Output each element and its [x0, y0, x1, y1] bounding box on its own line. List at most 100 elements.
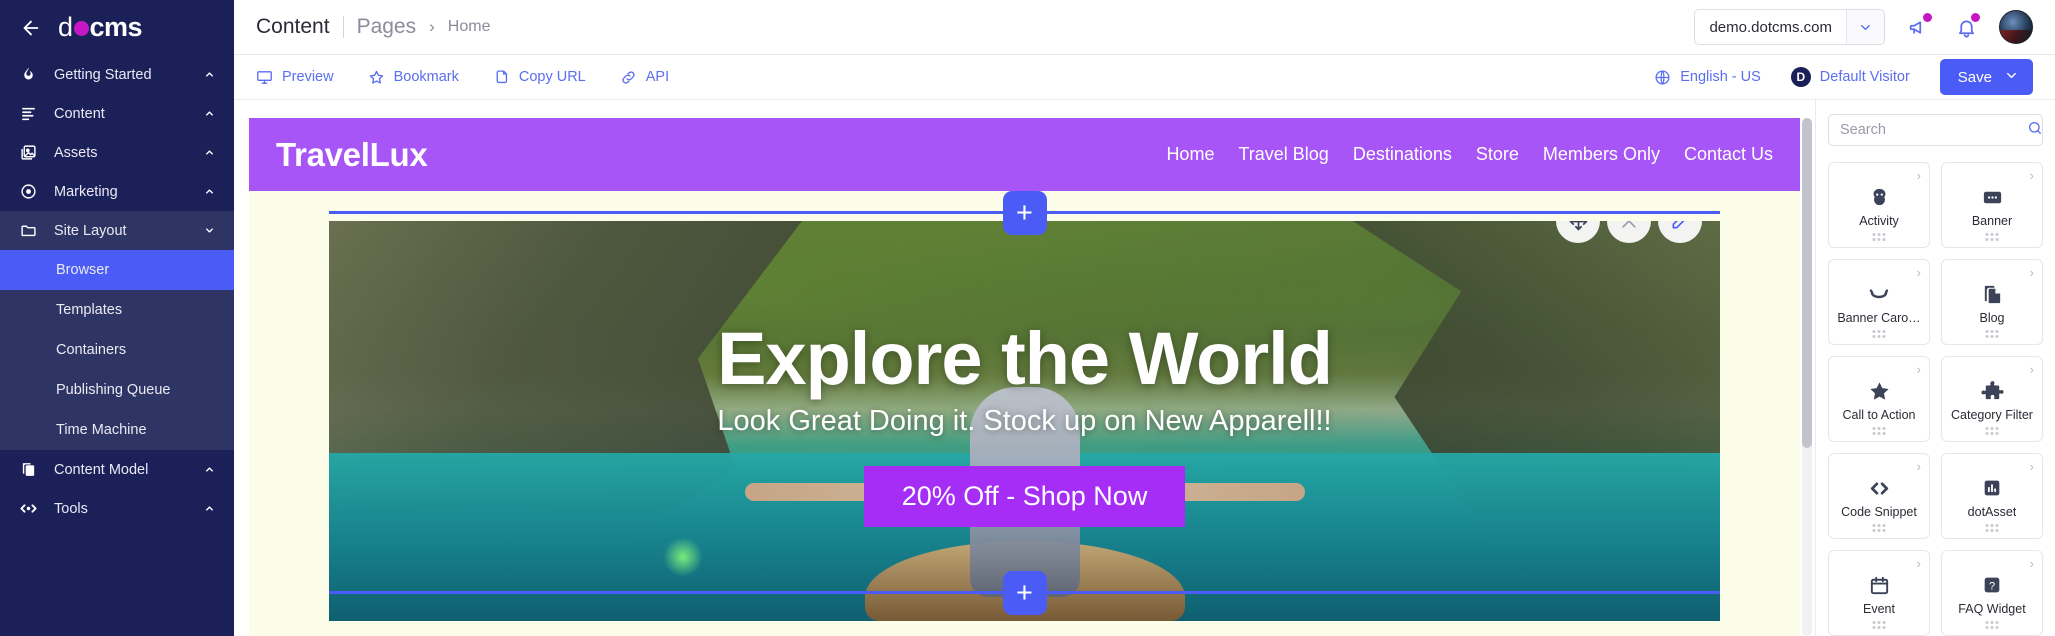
- drag-handle-icon[interactable]: [1872, 621, 1886, 629]
- sidebar-subitem-label: Publishing Queue: [56, 382, 171, 398]
- back-arrow-icon[interactable]: [18, 15, 44, 41]
- site-selector[interactable]: demo.dotcms.com: [1694, 9, 1885, 45]
- globe-icon: [1654, 69, 1671, 86]
- chevron-down-icon[interactable]: [1846, 10, 1884, 44]
- scrollbar-thumb[interactable]: [1802, 118, 1812, 448]
- breadcrumb-section[interactable]: Content: [256, 15, 330, 39]
- code-icon: [1867, 475, 1892, 501]
- hero-contentlet[interactable]: Explore the World Look Great Doing it. S…: [329, 221, 1720, 621]
- chevron-down-icon[interactable]: [202, 224, 216, 238]
- palette-card-faq-widget[interactable]: › ? FAQ Widget: [1941, 550, 2043, 636]
- sidebar-item-tools[interactable]: Tools: [0, 489, 234, 528]
- drag-handle-icon[interactable]: [1872, 427, 1886, 435]
- add-contentlet-top-button[interactable]: +: [1002, 191, 1047, 235]
- palette-card-grid: › Activity › Banner › Banner Caro… › Blo…: [1828, 162, 2043, 636]
- chevron-right-icon[interactable]: ›: [1917, 168, 1921, 183]
- palette-card-code-snippet[interactable]: › Code Snippet: [1828, 453, 1930, 539]
- sidebar-item-publishing-queue[interactable]: Publishing Queue: [0, 370, 234, 410]
- sidebar-item-time-machine[interactable]: Time Machine: [0, 410, 234, 450]
- site-logo[interactable]: TravelLux: [276, 136, 428, 174]
- save-button[interactable]: Save: [1939, 59, 2033, 95]
- add-contentlet-bottom-button[interactable]: +: [1002, 571, 1047, 615]
- persona-selector[interactable]: D Default Visitor: [1790, 67, 1910, 87]
- chevron-right-icon[interactable]: ›: [2030, 168, 2034, 183]
- sidebar-item-site-layout[interactable]: Site Layout: [0, 211, 234, 250]
- bell-icon[interactable]: [1951, 12, 1981, 42]
- sidebar-item-marketing[interactable]: Marketing: [0, 172, 234, 211]
- drag-handle-icon[interactable]: [1985, 233, 1999, 241]
- main-area: Content Pages › Home demo.dotcms.com Pre…: [234, 0, 2055, 636]
- puzzle-icon: [1980, 378, 2004, 404]
- palette-card-blog[interactable]: › Blog: [1941, 259, 2043, 345]
- search-icon[interactable]: [2027, 120, 2043, 141]
- chevron-right-icon[interactable]: ›: [2030, 265, 2034, 280]
- chevron-right-icon[interactable]: ›: [2030, 556, 2034, 571]
- lines-icon: [18, 104, 38, 124]
- palette-card-category-filter[interactable]: › Category Filter: [1941, 356, 2043, 442]
- chevron-right-icon[interactable]: ›: [2030, 459, 2034, 474]
- drag-handle-icon[interactable]: [1985, 330, 1999, 338]
- sidebar-subitem-label: Browser: [56, 262, 110, 278]
- copy-url-button[interactable]: Copy URL: [493, 69, 586, 86]
- chevron-up-icon[interactable]: [202, 107, 216, 121]
- chevron-right-icon[interactable]: ›: [1917, 556, 1921, 571]
- code-arrows-icon: [18, 499, 38, 519]
- drag-handle-icon[interactable]: [1985, 427, 1999, 435]
- site-nav-item-home[interactable]: Home: [1166, 144, 1214, 165]
- palette-card-call-to-action[interactable]: › Call to Action: [1828, 356, 1930, 442]
- site-nav-item-contact-us[interactable]: Contact Us: [1684, 144, 1773, 165]
- preview-button[interactable]: Preview: [256, 69, 334, 86]
- api-button[interactable]: API: [620, 69, 669, 86]
- persona-label: Default Visitor: [1819, 69, 1910, 85]
- chevron-right-icon[interactable]: ›: [1917, 362, 1921, 377]
- chevron-up-icon[interactable]: [202, 185, 216, 199]
- language-selector[interactable]: English - US: [1654, 69, 1761, 86]
- copy-icon: [493, 69, 510, 86]
- chevron-up-icon[interactable]: [202, 146, 216, 160]
- drag-handle-icon[interactable]: [1985, 621, 1999, 629]
- chevron-right-icon[interactable]: ›: [1917, 459, 1921, 474]
- drag-handle-icon[interactable]: [1872, 233, 1886, 241]
- site-nav-item-store[interactable]: Store: [1476, 144, 1519, 165]
- megaphone-icon[interactable]: [1903, 12, 1933, 42]
- sidebar-item-templates[interactable]: Templates: [0, 290, 234, 330]
- palette-card-banner-carousel[interactable]: › Banner Caro…: [1828, 259, 1930, 345]
- hero-cta-button[interactable]: 20% Off - Shop Now: [863, 465, 1186, 527]
- site-nav-item-travel-blog[interactable]: Travel Blog: [1238, 144, 1328, 165]
- contentlet-toolbar: [1556, 221, 1702, 243]
- pencil-icon[interactable]: [1658, 221, 1702, 243]
- breadcrumb-area[interactable]: Pages: [357, 15, 417, 39]
- chevron-right-icon[interactable]: ›: [2030, 362, 2034, 377]
- palette-card-activity[interactable]: › Activity: [1828, 162, 1930, 248]
- dotcms-logo[interactable]: d cms: [58, 12, 143, 43]
- palette-card-banner[interactable]: › Banner: [1941, 162, 2043, 248]
- chevron-right-icon[interactable]: ›: [1917, 265, 1921, 280]
- drag-handle-icon[interactable]: [1872, 330, 1886, 338]
- drag-handle-icon[interactable]: [1985, 524, 1999, 532]
- avatar[interactable]: [1999, 10, 2033, 44]
- sidebar-item-assets[interactable]: Assets: [0, 133, 234, 172]
- content-palette: › Activity › Banner: [1815, 100, 2055, 636]
- site-nav-item-destinations[interactable]: Destinations: [1353, 144, 1452, 165]
- hero-title: Explore the World: [717, 316, 1333, 400]
- chevron-up-icon[interactable]: [202, 463, 216, 477]
- palette-card-event[interactable]: › Event: [1828, 550, 1930, 636]
- chevron-down-icon[interactable]: [2004, 68, 2019, 87]
- chevron-up-icon[interactable]: [202, 502, 216, 516]
- drag-handle-icon[interactable]: [1872, 524, 1886, 532]
- sidebar-item-browser[interactable]: Browser: [0, 250, 234, 290]
- bookmark-button[interactable]: Bookmark: [368, 69, 459, 86]
- palette-card-dotasset[interactable]: › dotAsset: [1941, 453, 2043, 539]
- search-input[interactable]: [1840, 122, 2027, 138]
- site-nav-item-members-only[interactable]: Members Only: [1543, 144, 1660, 165]
- palette-search[interactable]: [1828, 114, 2043, 146]
- sidebar-item-containers[interactable]: Containers: [0, 330, 234, 370]
- sidebar-item-content-model[interactable]: Content Model: [0, 450, 234, 489]
- chevron-up-icon[interactable]: [202, 68, 216, 82]
- activity-icon: [1868, 184, 1891, 210]
- sidebar-item-content[interactable]: Content: [0, 94, 234, 133]
- canvas-scrollbar[interactable]: [1802, 118, 1812, 636]
- move-icon[interactable]: [1556, 221, 1600, 243]
- close-icon[interactable]: [1607, 221, 1651, 243]
- sidebar-item-getting-started[interactable]: Getting Started: [0, 55, 234, 94]
